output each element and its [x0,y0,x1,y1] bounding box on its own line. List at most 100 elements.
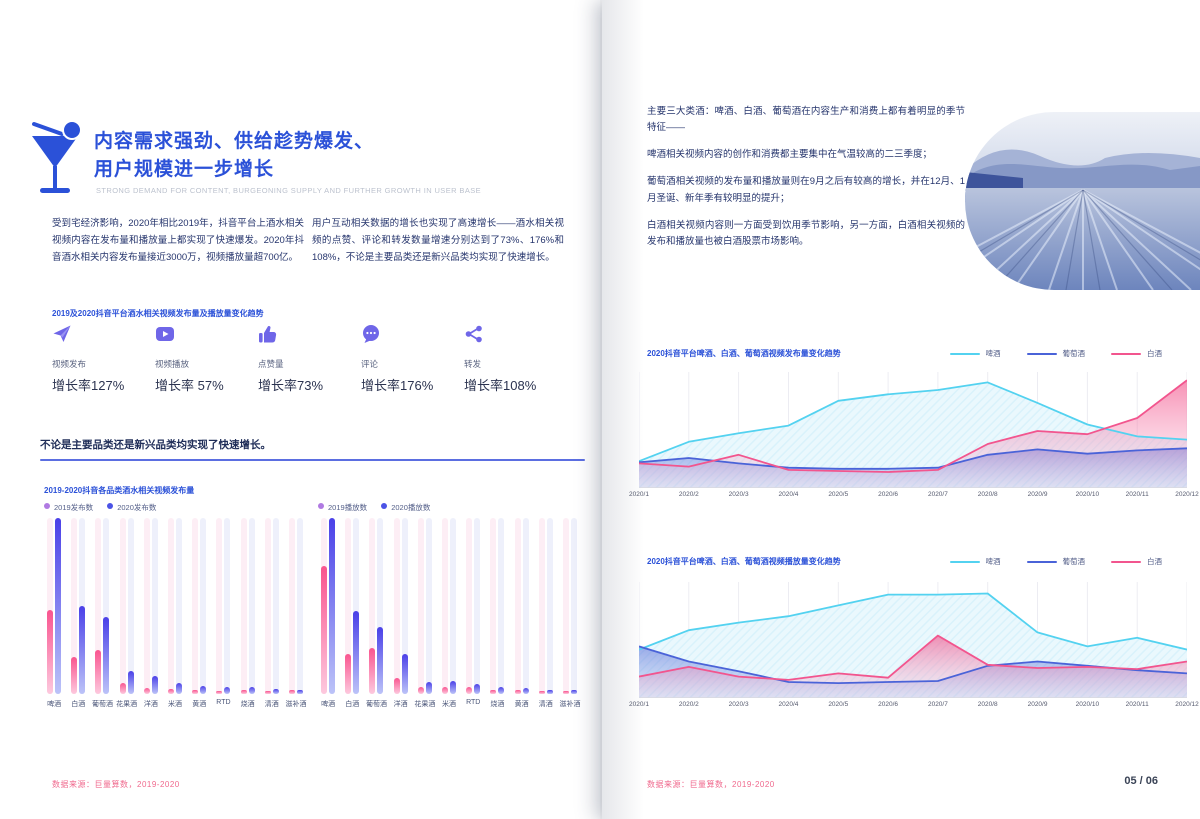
bar-2019 [394,678,400,694]
x-axis-label: 2020/11 [1126,491,1149,498]
bar-2019 [563,691,569,694]
x-axis-label: 2020/12 [1175,701,1199,708]
bar-track-2019 [144,518,150,694]
bar-track-2020 [523,518,529,694]
bar-track-2019 [563,518,569,694]
bar-2019 [442,687,448,694]
bar-2019 [418,687,424,694]
legend-item: 2020发布数 [107,502,156,513]
bar-category-label: 葡萄酒 [92,699,113,709]
bar-track-2020 [402,518,408,694]
stat-label: 评论 [361,358,464,370]
x-axis-label: 2020/5 [828,491,848,498]
send-icon [52,324,72,344]
bar-category-label: 洋酒 [144,699,158,709]
page-number: 05 / 06 [1124,775,1158,787]
bar-category-label: 米酒 [168,699,182,709]
bar-2019 [168,689,174,694]
page-fold-shadow [602,0,644,819]
legend-item: 2019发布数 [44,502,93,513]
bar-track-2020 [55,518,61,694]
bar-column: 花果酒 [413,518,437,709]
stats-section-title: 2019及2020抖音平台酒水相关视频发布量及播放量变化趋势 [52,308,264,319]
right-paragraphs: 主要三大类酒：啤酒、白酒、葡萄酒在内容生产和消费上都有着明显的季节特征—— 啤酒… [647,104,965,261]
bar-2020 [498,687,504,694]
bar-track-2019 [216,518,222,694]
x-axis-label: 2020/6 [878,701,898,708]
bar-category-label: 啤酒 [321,699,335,709]
bar-track-2020 [128,518,134,694]
bar-track-2019 [95,518,101,694]
bar-column: RTD [461,518,485,709]
bar-track-2019 [168,518,174,694]
bar-track-2019 [490,518,496,694]
bar-category-label: 葡萄酒 [366,699,387,709]
bar-column: 花果酒 [115,518,139,709]
legend-dot-2019 [44,503,50,509]
stat-value: 增长率108% [464,375,567,394]
x-axis-label: 2020/10 [1076,491,1100,498]
x-axis-label: 2020/2 [679,701,699,708]
cocktail-icon [28,118,90,209]
bar-track-2020 [426,518,432,694]
legend-line-wine [1027,561,1057,563]
bar-column: 黄酒 [510,518,534,709]
bar-track-2020 [571,518,577,694]
bar-column: 清酒 [260,518,284,709]
section-highlight: 不论是主要品类还是新兴品类均实现了快速增长。 [40,437,271,452]
bar-track-2019 [71,518,77,694]
bar-2019 [321,566,327,694]
bar-2020 [273,689,279,694]
bar-track-2020 [103,518,109,694]
stat-shares: 转发 增长率108% [464,324,567,394]
bar-category-label: 清酒 [539,699,553,709]
bar-2019 [345,654,351,694]
x-axis-label: 2020/3 [729,491,749,498]
bar-track-2020 [377,518,383,694]
bar-column: 烧酒 [485,518,509,709]
bar-2019 [539,691,545,694]
trend-chart-2-title: 2020抖音平台啤酒、白酒、葡萄酒视频播放量变化趋势 [647,556,841,567]
bar-category-label: 花果酒 [414,699,435,709]
intro-paragraph-1: 受到宅经济影响，2020年相比2019年，抖音平台上酒水相关视频内容在发布量和播… [52,215,304,266]
trend-chart-2-legend: 啤酒 葡萄酒 白酒 [950,556,1163,567]
legend-item-baijiu: 白酒 [1111,556,1162,567]
bar-track-2019 [321,518,327,694]
stat-label: 视频发布 [52,358,155,370]
trend-chart-publish [639,368,1187,488]
page-title-line2: 用户规模进一步增长 [94,156,374,184]
x-axis-label: 2020/9 [1028,491,1048,498]
bar-column: 烧酒 [236,518,260,709]
legend-line-baijiu [1111,353,1141,355]
bar-2020 [55,518,61,694]
x-axis-label: 2020/8 [978,701,998,708]
stat-likes: 点赞量 增长率73% [258,324,361,394]
x-axis-label: 2020/9 [1028,701,1048,708]
stat-label: 视频播放 [155,358,258,370]
page-right: 主要三大类酒：啤酒、白酒、葡萄酒在内容生产和消费上都有着明显的季节特征—— 啤酒… [602,0,1200,819]
bar-category-label: 米酒 [442,699,456,709]
bar-track-2019 [241,518,247,694]
x-axis-label: 2020/7 [928,491,948,498]
bar-2019 [490,690,496,694]
bar-category-label: 洋酒 [394,699,408,709]
bar-track-2019 [539,518,545,694]
trend-chart-2-xaxis: 2020/12020/22020/32020/42020/52020/62020… [639,701,1187,713]
bar-track-2019 [192,518,198,694]
legend-item-wine: 葡萄酒 [1027,556,1086,567]
bar-category-label: 啤酒 [47,699,61,709]
page-title: 内容需求强劲、供给趁势爆发、 用户规模进一步增长 [94,128,374,184]
paragraph: 啤酒相关视频内容的创作和消费都主要集中在气温较高的二三季度； [647,147,965,163]
bar-track-2019 [466,518,472,694]
trend-chart-1-title: 2020抖音平台啤酒、白酒、葡萄酒视频发布量变化趋势 [647,348,841,359]
x-axis-label: 2020/2 [679,491,699,498]
bar-track-2019 [345,518,351,694]
data-source-footer: 数据来源：巨量算数，2019-2020 [647,779,775,790]
bar-column: 米酒 [163,518,187,709]
bar-category-label: RTD [466,699,480,706]
legend-item-beer: 啤酒 [950,348,1001,359]
x-axis-label: 2020/11 [1126,701,1149,708]
bar-track-2019 [120,518,126,694]
bar-2020 [426,682,432,694]
bar-column: 葡萄酒 [364,518,388,709]
